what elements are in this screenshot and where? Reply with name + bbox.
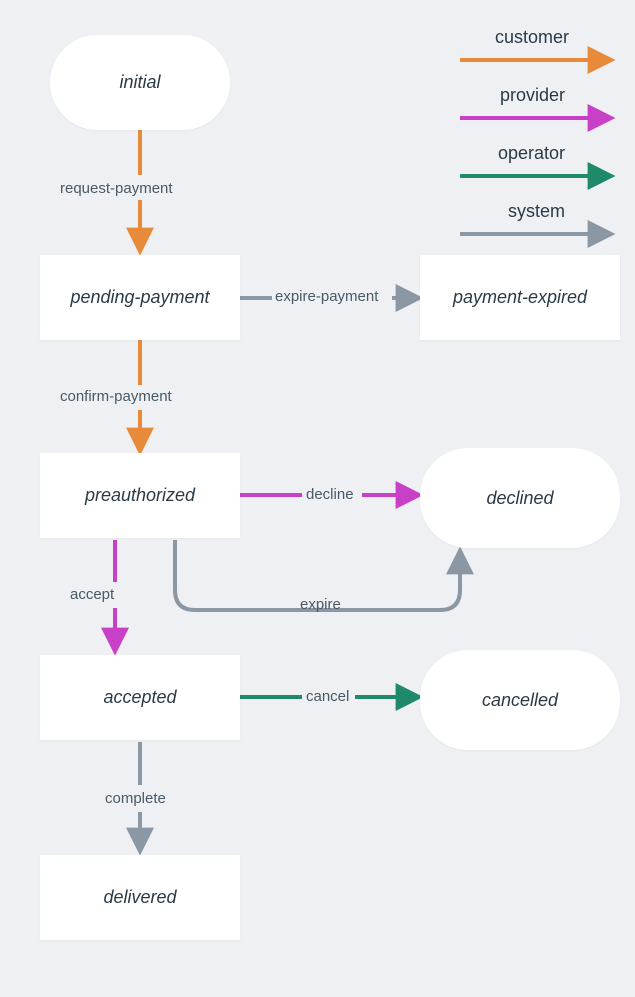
- edge-expire-payment: expire-payment: [275, 288, 378, 305]
- edge-request-payment: request-payment: [60, 180, 173, 197]
- state-payment-expired: payment-expired: [420, 255, 620, 340]
- edge-decline: decline: [306, 486, 354, 503]
- state-preauthorized: preauthorized: [40, 453, 240, 538]
- state-pending-payment: pending-payment: [40, 255, 240, 340]
- legend-operator: operator: [498, 143, 565, 164]
- edge-accept: accept: [70, 586, 114, 603]
- edge-complete: complete: [105, 790, 166, 807]
- state-delivered: delivered: [40, 855, 240, 940]
- state-accepted: accepted: [40, 655, 240, 740]
- state-declined: declined: [420, 448, 620, 548]
- state-initial: initial: [50, 35, 230, 130]
- legend-system: system: [508, 201, 565, 222]
- edge-cancel: cancel: [306, 688, 349, 705]
- edge-expire: expire: [300, 596, 341, 613]
- edge-confirm-payment: confirm-payment: [60, 388, 172, 405]
- state-cancelled: cancelled: [420, 650, 620, 750]
- legend-customer: customer: [495, 27, 569, 48]
- legend-provider: provider: [500, 85, 565, 106]
- state-diagram: initial pending-payment payment-expired …: [0, 0, 635, 997]
